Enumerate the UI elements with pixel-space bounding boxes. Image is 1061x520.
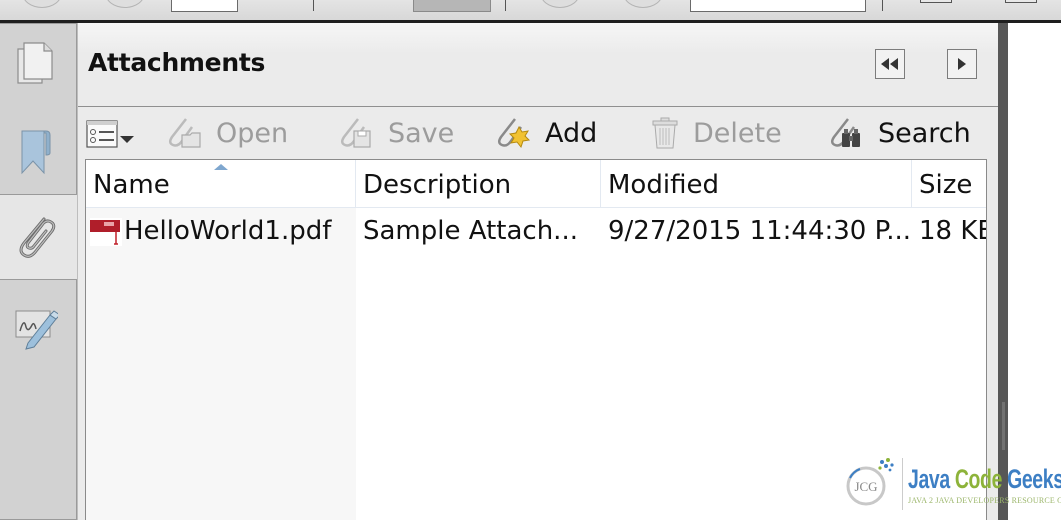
pages-icon [17, 42, 53, 84]
double-chevron-left-icon [881, 58, 898, 70]
paperclip-star-icon [497, 117, 531, 149]
toolbar-small-button[interactable] [920, 0, 952, 3]
navigation-rail [0, 23, 78, 520]
splitter-grip[interactable] [1002, 402, 1005, 450]
panel-options-button[interactable] [947, 49, 977, 79]
top-toolbar [0, 0, 1061, 20]
panel-header: Attachments [78, 23, 998, 107]
toolbar-separator [882, 0, 883, 11]
toolbar-separator [313, 0, 314, 11]
pdf-file-icon [90, 218, 122, 246]
cell-modified: 9/27/2015 11:44:30 P... [608, 216, 910, 246]
paperclip-folder-icon [168, 117, 202, 149]
name-column-highlight [86, 208, 356, 520]
search-label: Search [878, 117, 971, 149]
panel-title: Attachments [88, 48, 266, 77]
column-header-label: Modified [608, 170, 719, 200]
paperclip-disk-icon [340, 117, 374, 149]
table-row[interactable]: HelloWorld1.pdf Sample Attach... 9/27/20… [86, 208, 986, 254]
svg-text:JCG: JCG [854, 479, 877, 494]
watermark-title: Java Code Geeks [908, 464, 1061, 495]
column-header-size[interactable]: Size [912, 160, 986, 208]
add-button[interactable]: Add [497, 116, 597, 150]
column-header-modified[interactable]: Modified [601, 160, 912, 208]
toolbar-toggle-button[interactable] [413, 0, 491, 12]
paperclip-binoculars-icon [830, 117, 864, 149]
column-header-label: Size [919, 170, 973, 200]
chevron-right-icon [958, 58, 966, 70]
toolbar-separator [505, 0, 506, 11]
attachments-panel: Attachments Open Save Add Delete Search … [78, 23, 998, 520]
watermark-word-code: Code [954, 464, 1003, 494]
watermark-logo: JCG Java Code Geeks JAVA 2 JAVA DEVELOPE… [842, 452, 1061, 520]
cell-description: Sample Attach... [363, 216, 578, 246]
signature-pen-icon [15, 310, 58, 350]
open-label: Open [216, 117, 289, 149]
view-options-menu[interactable] [86, 120, 134, 148]
page-number-input[interactable] [171, 0, 238, 12]
toolbar-round-button[interactable] [105, 0, 145, 8]
bookmark-icon [21, 130, 51, 175]
sort-ascending-icon [214, 164, 228, 170]
zoom-input[interactable] [690, 0, 866, 12]
watermark-divider [902, 458, 903, 510]
jcg-logo-icon: JCG [846, 458, 894, 506]
nav-bookmarks[interactable] [14, 127, 58, 175]
save-button[interactable]: Save [340, 116, 454, 150]
table-header: Name Description Modified Size [86, 160, 986, 208]
toolbar-round-button[interactable] [623, 0, 663, 8]
search-button[interactable]: Search [830, 116, 971, 150]
delete-button[interactable]: Delete [651, 116, 782, 150]
chevron-down-icon [120, 136, 134, 143]
watermark-tagline: JAVA 2 JAVA DEVELOPERS RESOURCE CENTER [908, 496, 1061, 505]
column-header-description[interactable]: Description [356, 160, 601, 208]
list-view-icon [86, 120, 118, 148]
cell-size: 18 KB [919, 216, 986, 246]
trash-icon [651, 117, 679, 149]
column-header-label: Description [363, 170, 512, 200]
toolbar-round-button[interactable] [540, 0, 580, 8]
watermark-word-geeks: Geeks [1007, 464, 1061, 494]
collapse-panel-button[interactable] [875, 49, 905, 79]
nav-signatures[interactable] [14, 303, 58, 351]
cell-name: HelloWorld1.pdf [124, 216, 332, 246]
watermark-word-java: Java [908, 464, 950, 494]
column-header-label: Name [93, 170, 170, 200]
nav-page-thumbnails[interactable] [14, 41, 58, 89]
add-label: Add [545, 117, 598, 149]
delete-label: Delete [693, 117, 782, 149]
toolbar-small-button[interactable] [1005, 0, 1037, 3]
document-view [1008, 23, 1061, 520]
acrobat-window: Attachments Open Save Add Delete Search … [0, 0, 1061, 520]
attachments-toolbar: Open Save Add Delete Search [78, 108, 998, 158]
open-button[interactable]: Open [168, 116, 288, 150]
save-label: Save [388, 117, 455, 149]
nav-attachments[interactable] [14, 213, 58, 261]
toolbar-round-button[interactable] [22, 0, 62, 8]
paperclip-icon [19, 217, 56, 258]
